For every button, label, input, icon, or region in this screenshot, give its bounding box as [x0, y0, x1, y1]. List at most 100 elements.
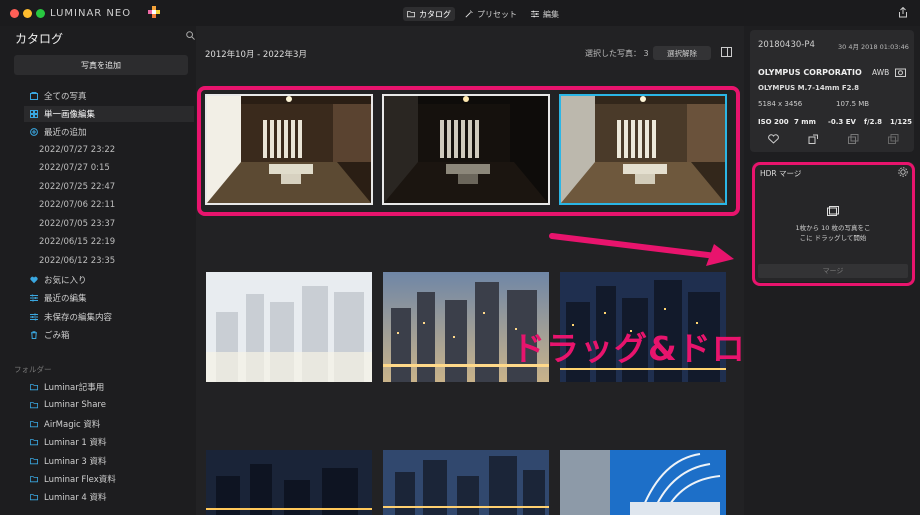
sidebar-date-item[interactable]: 2022/07/06 22:11 — [39, 200, 115, 210]
sidebar-date-item[interactable]: 2022/06/12 23:35 — [39, 256, 115, 266]
hdr-panel-highlight — [752, 162, 915, 286]
luminar-logo-icon — [148, 6, 160, 18]
duplicate-icon[interactable] — [888, 134, 899, 144]
camera-model: OLYMPUS CORPORATIO — [758, 68, 862, 77]
folder-label: Luminar記事用 — [44, 383, 105, 393]
sliders-icon — [30, 313, 38, 321]
folder-item[interactable]: Luminar記事用 — [30, 379, 190, 395]
tab-presets[interactable]: プリセット — [461, 7, 521, 21]
sidebar-item-favorites[interactable]: お気に入り — [30, 272, 190, 288]
image-dimensions: 5184 x 3456 — [758, 100, 803, 108]
selected-count: 選択した写真： 3 — [585, 48, 649, 59]
shutter-speed: 1/125 — [890, 118, 913, 126]
selected-label: 選択した写真： — [585, 49, 641, 58]
search-icon[interactable] — [186, 31, 195, 40]
grid-icon — [30, 110, 38, 118]
heart-icon — [30, 276, 38, 284]
folder-label: Luminar 3 資料 — [44, 457, 107, 467]
folder-icon — [30, 421, 38, 428]
plus-circle-icon — [30, 128, 38, 136]
close-window-button[interactable] — [10, 9, 19, 18]
minimize-window-button[interactable] — [23, 9, 32, 18]
folders-heading: フォルダー — [14, 365, 52, 374]
folder-item[interactable]: AirMagic 資料 — [30, 416, 190, 432]
tab-presets-label: プリセット — [477, 9, 517, 19]
sidebar-date-item[interactable]: 2022/07/05 23:37 — [39, 219, 115, 229]
sidebar-date-item[interactable]: 2022/06/15 22:19 — [39, 237, 115, 247]
folder-item[interactable]: Luminar 4 資料 — [30, 489, 190, 505]
trash-icon — [31, 331, 37, 339]
sidebar-title: カタログ — [15, 32, 64, 46]
sidebar-item-single-image-edit[interactable]: 単一画像編集 — [24, 106, 194, 122]
sidebar-item-label: 最近の編集 — [44, 294, 87, 304]
sliders-icon — [531, 10, 539, 18]
sidebar-date-item[interactable]: 2022/07/27 23:22 — [39, 145, 115, 155]
file-size: 107.5 MB — [836, 100, 870, 108]
duplicate-icon[interactable] — [848, 134, 859, 144]
tab-edit[interactable]: 編集 — [527, 7, 563, 21]
sidebar-item-recent-edits[interactable]: 最近の編集 — [30, 290, 190, 306]
sidebar-item-unsaved-edits[interactable]: 未保存の編集内容 — [30, 309, 190, 325]
photos-icon — [30, 92, 38, 100]
folder-icon — [30, 384, 38, 391]
title-bar: LUMINAR NEO カタログ プリセット 編集 — [0, 0, 920, 26]
photo-thumbnail[interactable] — [560, 450, 726, 515]
sidebar-item-label: ごみ箱 — [44, 331, 70, 341]
deselect-button[interactable]: 選択解除 — [653, 46, 711, 60]
folder-label: Luminar 4 資料 — [44, 493, 107, 503]
sidebar-item-label: お気に入り — [44, 276, 87, 286]
app-logo: LUMINAR NEO — [50, 8, 132, 19]
sidebar: カタログ 写真を追加 全ての写真 単一画像編集 最近の追加 2022/07/27… — [0, 26, 196, 515]
thumbnail-image — [206, 450, 372, 515]
folder-label: Luminar Flex資料 — [44, 475, 116, 485]
folder-label: Luminar 1 資料 — [44, 438, 107, 448]
sidebar-item-label: 全ての写真 — [44, 92, 87, 102]
sidebar-item-label: 単一画像編集 — [44, 110, 96, 120]
sidebar-item-trash[interactable]: ごみ箱 — [30, 327, 190, 343]
folder-item[interactable]: Luminar 3 資料 — [30, 453, 190, 469]
folder-icon — [30, 476, 38, 483]
iso-value: ISO 200 — [758, 118, 789, 126]
folder-icon — [30, 402, 38, 409]
sidebar-item-all-photos[interactable]: 全ての写真 — [30, 88, 190, 104]
rotate-icon[interactable] — [808, 134, 819, 144]
capture-date: 30 4月 2018 01:03:46 — [838, 43, 909, 51]
bracket-set-highlight — [197, 86, 740, 216]
magic-wand-icon — [465, 10, 473, 18]
sliders-icon — [30, 294, 38, 302]
thumbnail-image — [383, 450, 549, 515]
folder-icon — [30, 458, 38, 465]
heart-icon[interactable] — [768, 134, 779, 144]
add-photos-button[interactable]: 写真を追加 — [14, 55, 188, 75]
sidebar-item-label: 最近の追加 — [44, 128, 87, 138]
tab-catalog[interactable]: カタログ — [403, 7, 455, 21]
camera-icon — [895, 68, 906, 77]
photo-thumbnail[interactable] — [206, 450, 372, 515]
folder-icon — [407, 11, 415, 18]
sidebar-item-recently-added[interactable]: 最近の追加 — [30, 124, 190, 140]
exposure-value: -0.3 EV — [828, 118, 856, 126]
share-icon[interactable] — [898, 7, 908, 18]
drag-arrow-icon — [549, 233, 734, 266]
zoom-window-button[interactable] — [36, 9, 45, 18]
sidebar-date-item[interactable]: 2022/07/27 0:15 — [39, 163, 110, 173]
thumbnail-image — [560, 450, 726, 515]
sidebar-item-label: 未保存の編集内容 — [44, 313, 113, 323]
app-window: LUMINAR NEO カタログ プリセット 編集 カタログ 写真を追加 全ての… — [0, 0, 920, 515]
tab-edit-label: 編集 — [543, 9, 559, 19]
folder-item[interactable]: Luminar 1 資料 — [30, 434, 190, 450]
folder-icon — [30, 494, 38, 501]
photo-thumbnail[interactable] — [383, 450, 549, 515]
sidebar-date-item[interactable]: 2022/07/25 22:47 — [39, 182, 115, 192]
folder-item[interactable]: Luminar Share — [30, 397, 190, 413]
file-name: 20180430-P4 — [758, 40, 815, 50]
panel-toggle-icon[interactable] — [721, 47, 732, 57]
folder-label: AirMagic 資料 — [44, 420, 101, 430]
date-range: 2012年10月 - 2022年3月 — [205, 50, 307, 60]
selected-number: 3 — [643, 49, 649, 58]
thumbnail-image — [206, 272, 372, 382]
white-balance: AWB — [872, 68, 890, 77]
focal-length: 7 mm — [794, 118, 816, 126]
folder-item[interactable]: Luminar Flex資料 — [30, 471, 190, 487]
photo-thumbnail[interactable] — [206, 272, 372, 382]
